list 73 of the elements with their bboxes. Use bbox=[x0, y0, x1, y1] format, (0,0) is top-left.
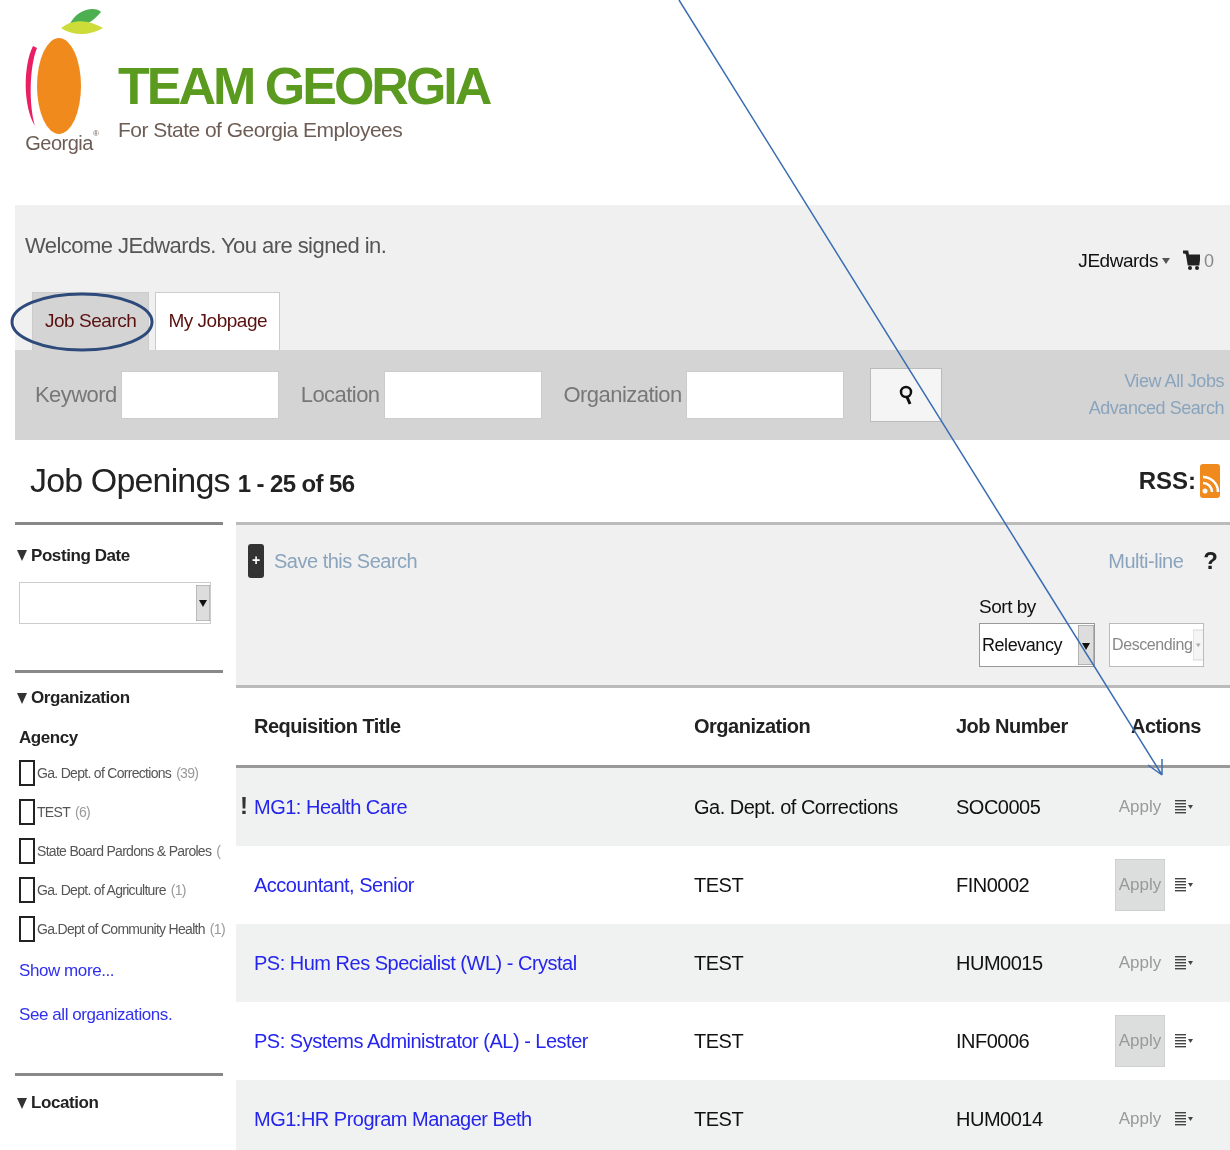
tab[interactable]: Job Search bbox=[32, 291, 150, 350]
column-header[interactable]: Requisition Title bbox=[254, 711, 694, 741]
facet-link[interactable]: Show more... bbox=[19, 958, 223, 984]
menu-icon[interactable] bbox=[1175, 799, 1193, 814]
facet-option[interactable]: Ga. Dept. of Agriculture bbox=[37, 879, 166, 901]
sort-select[interactable]: Relevancy bbox=[979, 623, 1095, 667]
site-subtitle: For State of Georgia Employees bbox=[118, 117, 404, 143]
facet-option[interactable]: Ga.Dept of Community Health bbox=[37, 918, 205, 940]
column-header[interactable]: Actions bbox=[1131, 711, 1230, 741]
job-title-link[interactable]: MG1: Health Care bbox=[254, 791, 694, 822]
results-title: Job Openings bbox=[30, 460, 230, 501]
table-cell-text: Ga. Dept. of Corrections bbox=[694, 794, 899, 820]
registered-mark: ® bbox=[92, 128, 99, 138]
menu-icon[interactable] bbox=[1175, 877, 1193, 892]
facet-option[interactable]: Ga. Dept. of Corrections bbox=[37, 762, 172, 784]
order-select[interactable]: Descending bbox=[1109, 623, 1204, 667]
dropdown-arrow-icon bbox=[1078, 625, 1094, 665]
help-button[interactable]: ? bbox=[1203, 542, 1218, 579]
facet-count: (39) bbox=[176, 763, 199, 783]
add-button[interactable]: + bbox=[248, 543, 264, 578]
column-header[interactable]: Organization bbox=[694, 711, 956, 741]
field-label: Location bbox=[300, 381, 380, 409]
table-cell-text: TEST bbox=[694, 872, 745, 898]
checkbox[interactable] bbox=[19, 799, 35, 825]
collapse-triangle-icon[interactable] bbox=[17, 691, 27, 704]
job-title-link[interactable]: PS: Hum Res Specialist (WL) - Crystal bbox=[254, 947, 694, 978]
table-cell-text: TEST bbox=[694, 1106, 745, 1132]
facet-count: (1) bbox=[209, 919, 225, 939]
checkbox[interactable] bbox=[19, 916, 35, 942]
field-label: Organization bbox=[563, 381, 682, 409]
flag-mark: ! bbox=[240, 790, 248, 821]
facet-count: (6) bbox=[75, 802, 90, 822]
search-button[interactable] bbox=[869, 367, 942, 422]
search-icon bbox=[898, 384, 913, 405]
column-header[interactable]: Job Number bbox=[956, 711, 1131, 741]
user-menu[interactable]: JEdwards bbox=[1078, 247, 1170, 276]
facet-count: ( bbox=[216, 841, 221, 861]
checkbox[interactable] bbox=[19, 760, 35, 786]
collapse-triangle-icon[interactable] bbox=[17, 549, 27, 562]
facet-option[interactable]: TEST bbox=[37, 801, 70, 823]
site-title: TEAM GEORGIA bbox=[118, 58, 490, 114]
facet-option[interactable]: State Board Pardons & Paroles bbox=[37, 840, 212, 862]
facet-group-label: Agency bbox=[19, 726, 79, 749]
rss-label: RSS: bbox=[1138, 465, 1196, 496]
cart-count: 0 bbox=[1204, 249, 1214, 273]
search-field[interactable] bbox=[120, 370, 279, 419]
table-cell-text: TEST bbox=[694, 950, 745, 976]
menu-icon[interactable] bbox=[1175, 955, 1193, 970]
facet-title[interactable]: Posting Date bbox=[31, 542, 130, 568]
facet-title[interactable]: Organization bbox=[31, 685, 130, 711]
menu-icon[interactable] bbox=[1175, 1033, 1193, 1048]
dropdown-arrow-icon bbox=[196, 585, 210, 621]
job-title-link[interactable]: MG1:HR Program Manager Beth bbox=[254, 1103, 694, 1134]
field-label: Keyword bbox=[35, 381, 117, 409]
facet-count: (1) bbox=[170, 880, 186, 900]
sort-label: Sort by bbox=[979, 594, 1037, 619]
brand-name: Georgia bbox=[25, 132, 93, 156]
facet-link[interactable]: See all organizations. bbox=[19, 1001, 223, 1027]
table-cell-text: TEST bbox=[694, 1028, 745, 1054]
job-title-link[interactable]: Accountant, Senior bbox=[254, 869, 694, 900]
cart-icon[interactable] bbox=[1182, 250, 1200, 273]
search-field[interactable] bbox=[685, 370, 844, 419]
collapse-triangle-icon[interactable] bbox=[17, 1096, 27, 1109]
search-field[interactable] bbox=[383, 370, 542, 419]
checkbox[interactable] bbox=[19, 838, 35, 864]
caret-icon bbox=[1162, 258, 1170, 265]
facet-title[interactable]: Location bbox=[31, 1090, 99, 1116]
job-title-link[interactable]: PS: Systems Administrator (AL) - Lester bbox=[254, 1025, 694, 1056]
tab[interactable]: My Jobpage bbox=[155, 291, 281, 350]
welcome-text: Welcome JEdwards. You are signed in. bbox=[25, 232, 387, 260]
checkbox[interactable] bbox=[19, 877, 35, 903]
results-range: 1 - 25 of 56 bbox=[237, 469, 355, 499]
menu-icon[interactable] bbox=[1175, 1111, 1193, 1126]
